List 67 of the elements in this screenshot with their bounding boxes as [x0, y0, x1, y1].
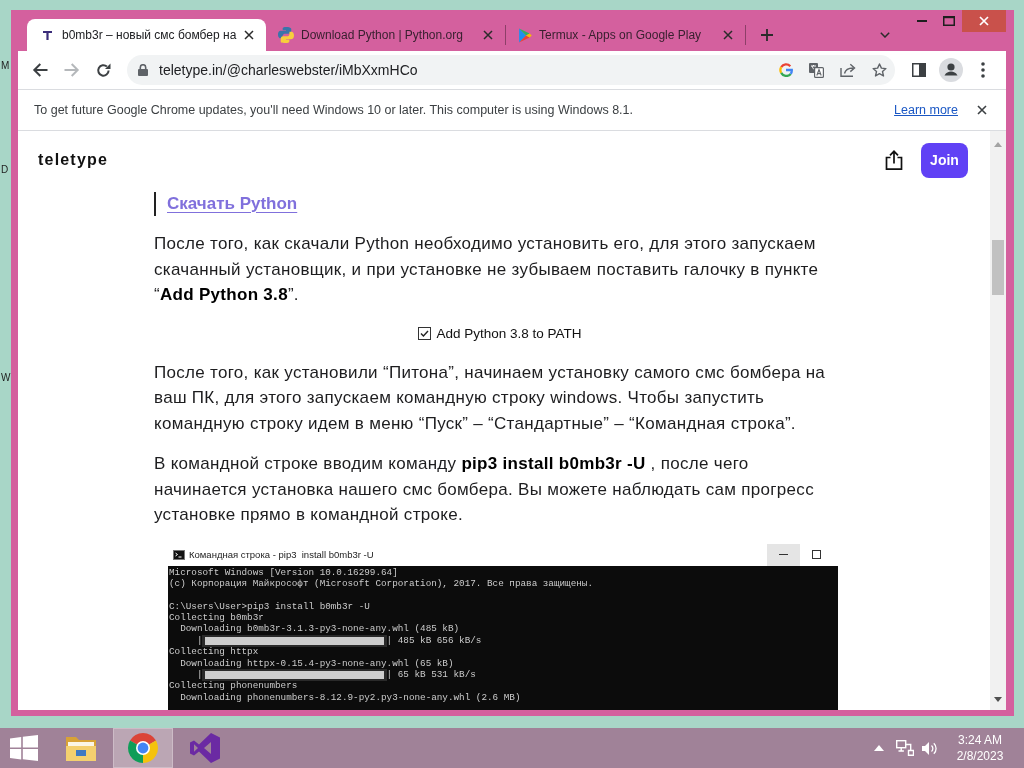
scrollbar[interactable] [990, 131, 1006, 710]
chrome-logo-icon[interactable] [128, 733, 158, 763]
reload-icon[interactable] [96, 62, 111, 78]
console-line: Microsoft Windows [Version 10.0.16299.64] [169, 566, 399, 578]
close-icon[interactable] [244, 30, 254, 40]
join-button[interactable]: Join [921, 142, 968, 178]
paragraph: В командной строке вводим команду pip3 install b0mb3r -U , после чего начинается установка нашего смс бомбера. Вы можете наблюдать сам прогресс установке прямо в командной строке. [154, 453, 815, 526]
new-tab-plus-icon[interactable] [761, 29, 773, 41]
console-line: C:\Users\User>pip3 install b0mb3r -U [169, 600, 371, 613]
close-window-button[interactable] [962, 10, 1006, 32]
play-triangle-icon [518, 27, 532, 43]
chevron-up-icon[interactable] [874, 745, 884, 751]
folder-icon[interactable] [65, 734, 97, 762]
learn-more-link[interactable]: Learn more [894, 103, 958, 117]
console-line: Downloading b0mb3r-3.1.3-py3-none-any.whl (485 kB) [179, 623, 461, 635]
console-line: (c) Корпорация Майкрософт (Microsoft Corporation), 2017. Все права защищены. [169, 577, 594, 590]
paragraph: После того, как установили “Питона”, начинаем установку самого смс бомбера на ваш ПК, для этого запускаем командную строку windows. Чтобы запустить командную строку идем в меню “Пуск” – “Стандартные” – “Командная строка”. [154, 361, 827, 435]
desktop-icon-label: M [1, 60, 10, 72]
taskbar-app-button[interactable] [113, 728, 173, 768]
close-icon [979, 16, 989, 26]
console-line: Collecting phonenumbers [169, 680, 299, 692]
translate-icon[interactable] [809, 62, 824, 78]
g-letter-icon[interactable] [779, 63, 793, 77]
clock-date[interactable]: 2/8/2023 [956, 748, 1004, 764]
back-arrow-icon[interactable] [32, 63, 48, 77]
minimize-icon [779, 554, 788, 555]
checkbox[interactable] [418, 326, 432, 340]
menu-icon[interactable] [981, 62, 985, 78]
browser-tab[interactable]: Termux - Apps on Google Play [506, 19, 745, 51]
infobar-message: To get future Google Chrome updates, you'll need Windows 10 or later. This computer is using Windows 8.1. [34, 103, 633, 117]
desktop-icon-label: D [1, 164, 9, 176]
site-logo[interactable]: teletype [38, 151, 109, 169]
scrollbar-thumb[interactable] [992, 240, 1004, 295]
close-icon[interactable] [977, 105, 987, 115]
console-text: | 65 kB 531 kB/s [386, 669, 476, 681]
star-icon[interactable] [872, 62, 887, 78]
profile-avatar-icon[interactable] [939, 58, 963, 82]
network-icon[interactable] [896, 740, 914, 756]
share-icon[interactable] [885, 150, 903, 170]
console-text: | 485 kB 656 kB/s [386, 634, 482, 647]
console-line: Downloading httpx-0.15.4-py3-none-any.whl (65 kB) [179, 657, 455, 669]
terminal-icon [173, 549, 185, 560]
speaker-icon[interactable] [922, 740, 938, 756]
browser-tab[interactable]: Download Python | Python.org [266, 19, 505, 51]
console-text: | [196, 669, 203, 681]
download-link[interactable]: Скачать Python [167, 194, 298, 214]
desktop-icon-label: W [1, 372, 11, 384]
side-panel-icon[interactable] [912, 63, 926, 77]
paragraph: После того, как скачали Python необходимо установить его, для этого запускаем скачанный установщик, и при установке не зубываем поставить галочку в пункте “Add Python 3.8”. [154, 233, 820, 306]
console-title: Командная строка - pip3 install b0mb3r -U [189, 549, 374, 560]
snakes-logo-icon [278, 27, 294, 43]
console-line: Downloading phonenumbers-8.12.9-py2.py3-none-any.whl (2.6 MB) [179, 691, 522, 704]
letter-t-icon [43, 30, 52, 40]
lock-icon [138, 64, 148, 76]
chevron-down-icon[interactable] [880, 32, 890, 38]
console-line: Collecting b0mb3r [169, 612, 265, 624]
windows-logo-icon[interactable] [10, 735, 38, 761]
address-bar[interactable]: teletype.in/@charleswebster/iMbXxmHCo [127, 55, 895, 85]
console-text: | [196, 634, 203, 647]
clock-time[interactable]: 3:24 AM [958, 732, 1002, 748]
console-line: Collecting httpx [169, 646, 260, 658]
browser-tab[interactable]: b0mb3r – новый смс бомбер на [27, 19, 266, 51]
checkbox-label: Add Python 3.8 to PATH [436, 325, 582, 341]
visual-studio-icon[interactable] [190, 733, 220, 763]
maximize-icon[interactable] [812, 550, 821, 559]
scroll-up-icon[interactable] [994, 142, 1002, 147]
scroll-down-icon[interactable] [994, 697, 1002, 702]
